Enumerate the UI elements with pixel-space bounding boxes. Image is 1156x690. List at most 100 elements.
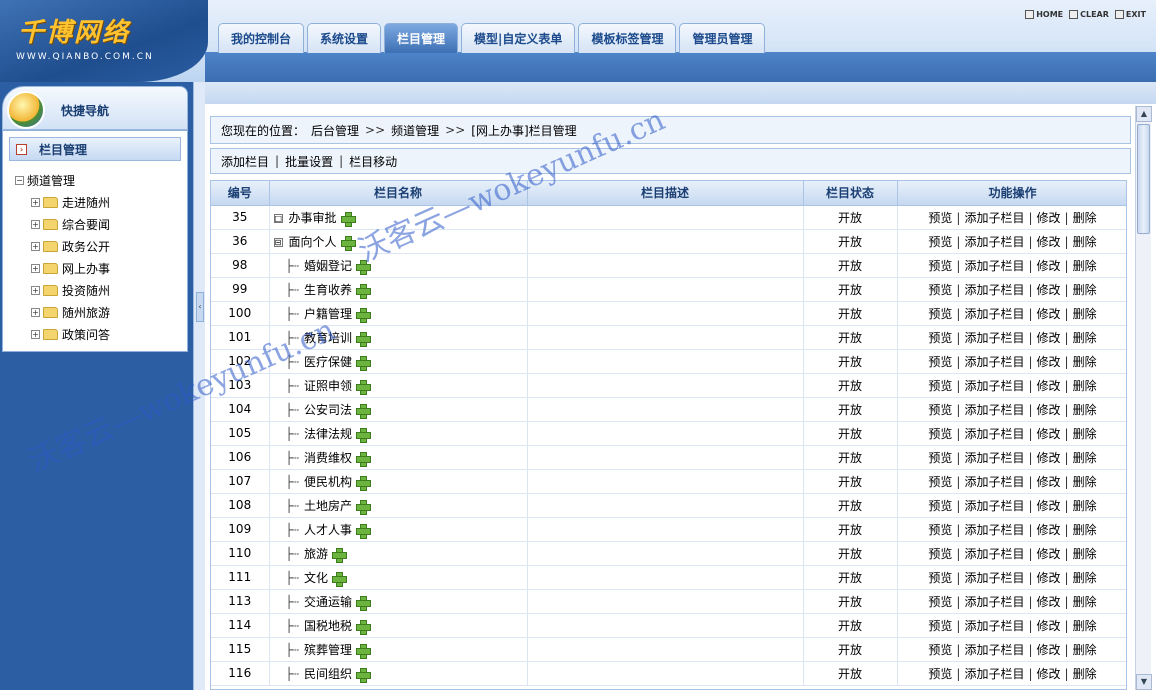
- column-name[interactable]: 人才人事: [304, 523, 352, 537]
- delete-link[interactable]: 删除: [1073, 475, 1097, 489]
- delete-link[interactable]: 删除: [1073, 259, 1097, 273]
- preview-link[interactable]: 预览: [928, 379, 952, 393]
- delete-link[interactable]: 删除: [1073, 523, 1097, 537]
- edit-link[interactable]: 修改: [1037, 403, 1061, 417]
- preview-link[interactable]: 预览: [928, 595, 952, 609]
- column-name[interactable]: 证照申领: [304, 379, 352, 393]
- add-subcolumn-link[interactable]: 添加子栏目: [964, 355, 1024, 369]
- delete-link[interactable]: 删除: [1073, 643, 1097, 657]
- clear-link[interactable]: CLEAR: [1069, 10, 1109, 19]
- add-subcolumn-link[interactable]: 添加子栏目: [964, 499, 1024, 513]
- add-child-icon[interactable]: [355, 283, 371, 299]
- column-name[interactable]: 法律法规: [304, 427, 352, 441]
- delete-link[interactable]: 删除: [1073, 619, 1097, 633]
- expand-icon[interactable]: +: [31, 263, 40, 273]
- edit-link[interactable]: 修改: [1037, 211, 1061, 225]
- add-subcolumn-link[interactable]: 添加子栏目: [964, 451, 1024, 465]
- section-header[interactable]: › 栏目管理: [9, 137, 181, 161]
- add-subcolumn-link[interactable]: 添加子栏目: [964, 475, 1024, 489]
- edit-link[interactable]: 修改: [1037, 235, 1061, 249]
- tab-3[interactable]: 模型|自定义表单: [461, 23, 576, 53]
- column-name[interactable]: 公安司法: [304, 403, 352, 417]
- delete-link[interactable]: 删除: [1073, 427, 1097, 441]
- row-toggle-icon[interactable]: ⊟: [273, 237, 283, 247]
- tree-item[interactable]: + 综合要闻: [15, 213, 110, 235]
- preview-link[interactable]: 预览: [928, 571, 952, 585]
- delete-link[interactable]: 删除: [1073, 451, 1097, 465]
- delete-link[interactable]: 删除: [1073, 235, 1097, 249]
- edit-link[interactable]: 修改: [1037, 523, 1061, 537]
- edit-link[interactable]: 修改: [1037, 667, 1061, 681]
- add-subcolumn-link[interactable]: 添加子栏目: [964, 331, 1024, 345]
- add-subcolumn-link[interactable]: 添加子栏目: [964, 307, 1024, 321]
- add-child-icon[interactable]: [355, 331, 371, 347]
- delete-link[interactable]: 删除: [1073, 355, 1097, 369]
- add-child-icon[interactable]: [331, 547, 347, 563]
- add-child-icon[interactable]: [355, 451, 371, 467]
- preview-link[interactable]: 预览: [928, 211, 952, 225]
- add-subcolumn-link[interactable]: 添加子栏目: [964, 211, 1024, 225]
- add-child-icon[interactable]: [355, 643, 371, 659]
- scroll-down-icon[interactable]: ▼: [1136, 674, 1152, 690]
- move-column-button[interactable]: 栏目移动: [349, 153, 397, 170]
- delete-link[interactable]: 删除: [1073, 283, 1097, 297]
- delete-link[interactable]: 删除: [1073, 331, 1097, 345]
- column-name[interactable]: 殡葬管理: [304, 643, 352, 657]
- edit-link[interactable]: 修改: [1037, 619, 1061, 633]
- preview-link[interactable]: 预览: [928, 283, 952, 297]
- delete-link[interactable]: 删除: [1073, 307, 1097, 321]
- edit-link[interactable]: 修改: [1037, 379, 1061, 393]
- scroll-up-icon[interactable]: ▲: [1136, 106, 1152, 122]
- preview-link[interactable]: 预览: [928, 355, 952, 369]
- column-name[interactable]: 便民机构: [304, 475, 352, 489]
- column-name[interactable]: 旅游: [304, 547, 328, 561]
- expand-icon[interactable]: +: [31, 307, 40, 317]
- tree-item[interactable]: + 政务公开: [15, 235, 110, 257]
- edit-link[interactable]: 修改: [1037, 643, 1061, 657]
- delete-link[interactable]: 删除: [1073, 379, 1097, 393]
- row-toggle-icon[interactable]: □: [273, 213, 283, 223]
- exit-link[interactable]: EXIT: [1114, 10, 1146, 19]
- expand-icon[interactable]: +: [31, 219, 40, 229]
- column-name[interactable]: 土地房产: [304, 499, 352, 513]
- add-subcolumn-link[interactable]: 添加子栏目: [964, 547, 1024, 561]
- add-subcolumn-link[interactable]: 添加子栏目: [964, 283, 1024, 297]
- expand-icon[interactable]: +: [31, 197, 40, 207]
- preview-link[interactable]: 预览: [928, 235, 952, 249]
- column-name[interactable]: 婚姻登记: [304, 259, 352, 273]
- delete-link[interactable]: 删除: [1073, 595, 1097, 609]
- add-subcolumn-link[interactable]: 添加子栏目: [964, 643, 1024, 657]
- preview-link[interactable]: 预览: [928, 619, 952, 633]
- add-child-icon[interactable]: [355, 355, 371, 371]
- tab-4[interactable]: 模板标签管理: [578, 23, 677, 53]
- add-child-icon[interactable]: [355, 259, 371, 275]
- add-subcolumn-link[interactable]: 添加子栏目: [964, 235, 1024, 249]
- batch-settings-button[interactable]: 批量设置: [285, 153, 333, 170]
- column-name[interactable]: 户籍管理: [304, 307, 352, 321]
- add-child-icon[interactable]: [355, 619, 371, 635]
- add-subcolumn-link[interactable]: 添加子栏目: [964, 523, 1024, 537]
- add-subcolumn-link[interactable]: 添加子栏目: [964, 571, 1024, 585]
- tree-item[interactable]: + 政策问答: [15, 323, 110, 345]
- collapse-handle[interactable]: ‹: [196, 292, 204, 322]
- edit-link[interactable]: 修改: [1037, 331, 1061, 345]
- add-subcolumn-link[interactable]: 添加子栏目: [964, 379, 1024, 393]
- preview-link[interactable]: 预览: [928, 547, 952, 561]
- tree-item[interactable]: + 网上办事: [15, 257, 110, 279]
- column-name[interactable]: 文化: [304, 571, 328, 585]
- add-child-icon[interactable]: [355, 403, 371, 419]
- edit-link[interactable]: 修改: [1037, 451, 1061, 465]
- column-name[interactable]: 办事审批: [289, 211, 337, 225]
- delete-link[interactable]: 删除: [1073, 547, 1097, 561]
- delete-link[interactable]: 删除: [1073, 499, 1097, 513]
- column-name[interactable]: 医疗保健: [304, 355, 352, 369]
- add-subcolumn-link[interactable]: 添加子栏目: [964, 403, 1024, 417]
- add-column-button[interactable]: 添加栏目: [221, 153, 269, 170]
- preview-link[interactable]: 预览: [928, 451, 952, 465]
- add-child-icon[interactable]: [340, 235, 356, 251]
- preview-link[interactable]: 预览: [928, 307, 952, 321]
- expand-icon[interactable]: +: [31, 285, 40, 295]
- add-subcolumn-link[interactable]: 添加子栏目: [964, 427, 1024, 441]
- preview-link[interactable]: 预览: [928, 523, 952, 537]
- tab-5[interactable]: 管理员管理: [679, 23, 766, 53]
